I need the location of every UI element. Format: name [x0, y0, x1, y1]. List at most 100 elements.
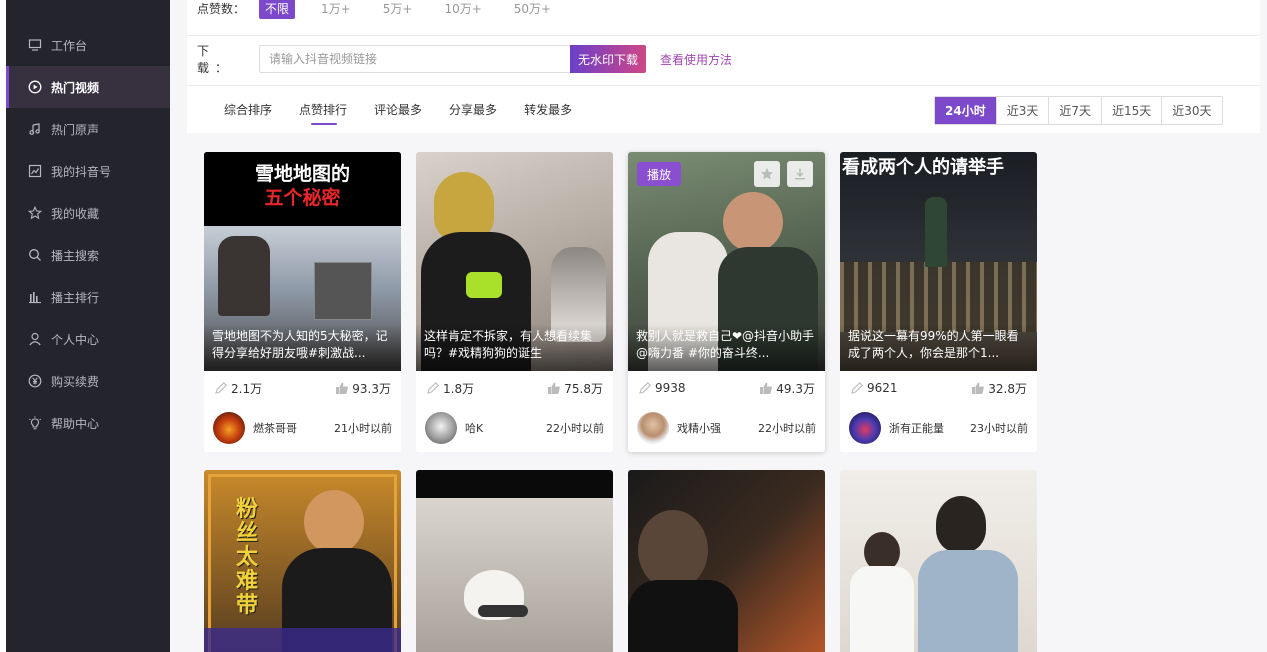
sidebar-item-hot-sounds[interactable]: 热门原声 [6, 108, 170, 150]
sidebar-item-workbench[interactable]: 工作台 [6, 24, 170, 66]
video-card[interactable]: 播放 救别人就是救自己❤@抖音小助手 @嗨力番 #你的奋斗终... 9938 4… [628, 152, 825, 452]
likes-option-10k[interactable]: 1万+ [321, 0, 351, 17]
video-card[interactable]: 这样肯定不拆家，有人想看续集吗？#戏精狗狗的诞生 1.8万 75.8万 哈K 2… [416, 152, 613, 452]
thumbnail-title: 雪地地图的 五个秘密 [204, 152, 401, 210]
sidebar-item-label: 播主排行 [51, 290, 100, 305]
likes-filter-label: 点赞数： [197, 1, 246, 16]
pen-icon [851, 382, 863, 394]
favorite-button[interactable] [754, 161, 780, 187]
video-card[interactable]: 粉丝太难带 [204, 470, 401, 652]
comment-count: 2.1万 [214, 380, 262, 397]
author-row[interactable]: 戏精小强 22小时以前 [628, 412, 825, 444]
like-count-value: 93.3万 [352, 381, 391, 396]
tab-most-shares[interactable]: 分享最多 [449, 101, 497, 118]
sidebar-item-label: 工作台 [51, 38, 88, 53]
sidebar-item-hot-videos[interactable]: 热门视频 [6, 66, 170, 108]
author-row[interactable]: 浙有正能量 23小时以前 [840, 412, 1037, 444]
author-name[interactable]: 戏精小强 [677, 420, 758, 436]
video-thumbnail[interactable]: 看成两个人的请举手 据说这一幕有99%的人第一眼看成了两个人，你会是那个1... [840, 152, 1037, 371]
comment-count: 9938 [638, 381, 686, 395]
chart-image-icon [28, 164, 42, 178]
video-thumbnail[interactable]: 播放 救别人就是救自己❤@抖音小助手 @嗨力番 #你的奋斗终... [628, 152, 825, 371]
like-count-value: 75.8万 [564, 381, 603, 396]
like-count: 93.3万 [335, 380, 391, 397]
avatar[interactable] [637, 412, 669, 444]
lightbulb-icon [28, 416, 42, 430]
time-3d-button[interactable]: 近3天 [995, 97, 1049, 124]
comment-count: 9621 [850, 381, 898, 395]
likes-filter-row: 点赞数： 不限 1万+ 5万+ 10万+ 50万+ [197, 0, 583, 19]
like-count: 32.8万 [971, 380, 1027, 397]
video-thumbnail[interactable] [628, 470, 825, 652]
video-link-input[interactable] [259, 45, 570, 73]
tab-likes-ranking[interactable]: 点赞排行 [299, 101, 347, 125]
video-caption: 救别人就是救自己❤@抖音小助手 @嗨力番 #你的奋斗终... [628, 324, 825, 371]
time-15d-button[interactable]: 近15天 [1100, 97, 1161, 124]
likes-option-500k[interactable]: 50万+ [514, 0, 551, 17]
video-thumbnail[interactable]: 雪地地图的 五个秘密 雪地地图不为人知的5大秘密，记得分享给好朋友哦#刺激战..… [204, 152, 401, 371]
comment-count-value: 9938 [655, 381, 686, 395]
avatar[interactable] [213, 412, 245, 444]
sidebar: 工作台 热门视频 热门原声 我的抖音号 我的收藏 播主搜索 播主排行 个人中心 … [6, 0, 170, 652]
time-7d-button[interactable]: 近7天 [1048, 97, 1101, 124]
tab-overall[interactable]: 综合排序 [224, 101, 272, 118]
like-count-value: 49.3万 [776, 381, 815, 396]
likes-option-100k[interactable]: 10万+ [444, 0, 481, 17]
thumbs-up-icon [972, 382, 985, 394]
video-stats: 2.1万 93.3万 [204, 378, 401, 398]
pen-icon [215, 382, 227, 394]
music-note-icon [28, 122, 42, 136]
post-time: 22小时以前 [546, 422, 604, 435]
video-card[interactable]: 雪地地图的 五个秘密 雪地地图不为人知的5大秘密，记得分享给好朋友哦#刺激战..… [204, 152, 401, 452]
sidebar-item-creator-search[interactable]: 播主搜索 [6, 234, 170, 276]
thumbnail-title: 看成两个人的请举手 [842, 157, 1004, 178]
post-time: 23小时以前 [970, 422, 1028, 435]
sidebar-item-label: 播主搜索 [51, 248, 100, 263]
avatar[interactable] [849, 412, 881, 444]
sidebar-item-label: 帮助中心 [51, 416, 100, 431]
author-name[interactable]: 燃茶哥哥 [253, 420, 334, 436]
tab-most-comments[interactable]: 评论最多 [374, 101, 422, 118]
sidebar-item-label: 我的收藏 [51, 206, 100, 221]
time-30d-button[interactable]: 近30天 [1161, 97, 1221, 124]
download-button[interactable] [787, 161, 813, 187]
video-card[interactable] [416, 470, 613, 652]
usage-guide-link[interactable]: 查看使用方法 [660, 51, 732, 68]
sidebar-item-label: 热门视频 [51, 80, 100, 95]
time-24h-button[interactable]: 24小时 [935, 97, 996, 124]
bar-chart-icon [28, 290, 42, 304]
sidebar-item-label: 购买续费 [51, 374, 100, 389]
video-stats: 9938 49.3万 [628, 378, 825, 398]
video-thumbnail[interactable] [416, 470, 613, 652]
author-row[interactable]: 燃茶哥哥 21小时以前 [204, 412, 401, 444]
video-thumbnail[interactable] [840, 470, 1037, 652]
avatar[interactable] [425, 412, 457, 444]
author-name[interactable]: 哈K [465, 420, 546, 436]
sidebar-item-label: 个人中心 [51, 332, 100, 347]
sidebar-item-favorites[interactable]: 我的收藏 [6, 192, 170, 234]
author-row[interactable]: 哈K 22小时以前 [416, 412, 613, 444]
download-icon [795, 168, 805, 180]
sidebar-item-profile[interactable]: 个人中心 [6, 318, 170, 360]
sidebar-item-help[interactable]: 帮助中心 [6, 402, 170, 444]
no-watermark-download-button[interactable]: 无水印下载 [570, 45, 646, 73]
likes-option-50k[interactable]: 5万+ [383, 0, 413, 17]
video-card[interactable] [628, 470, 825, 652]
thumbs-up-icon [336, 382, 349, 394]
author-name[interactable]: 浙有正能量 [889, 420, 970, 436]
sidebar-item-my-account[interactable]: 我的抖音号 [6, 150, 170, 192]
likes-option-unlimited[interactable]: 不限 [259, 0, 296, 19]
video-card[interactable] [840, 470, 1037, 652]
video-stats: 1.8万 75.8万 [416, 378, 613, 398]
tab-most-reposts[interactable]: 转发最多 [524, 101, 572, 118]
thumbs-up-icon [548, 382, 561, 394]
video-card[interactable]: 看成两个人的请举手 据说这一幕有99%的人第一眼看成了两个人，你会是那个1...… [840, 152, 1037, 452]
video-caption: 雪地地图不为人知的5大秘密，记得分享给好朋友哦#刺激战... [204, 324, 401, 371]
sidebar-item-creator-ranking[interactable]: 播主排行 [6, 276, 170, 318]
like-count-value: 32.8万 [988, 381, 1027, 396]
video-thumbnail[interactable]: 这样肯定不拆家，有人想看续集吗？#戏精狗狗的诞生 [416, 152, 613, 371]
play-badge[interactable]: 播放 [637, 162, 681, 186]
search-icon [28, 248, 42, 262]
sidebar-item-purchase[interactable]: 购买续费 [6, 360, 170, 402]
video-thumbnail[interactable]: 粉丝太难带 [204, 470, 401, 652]
